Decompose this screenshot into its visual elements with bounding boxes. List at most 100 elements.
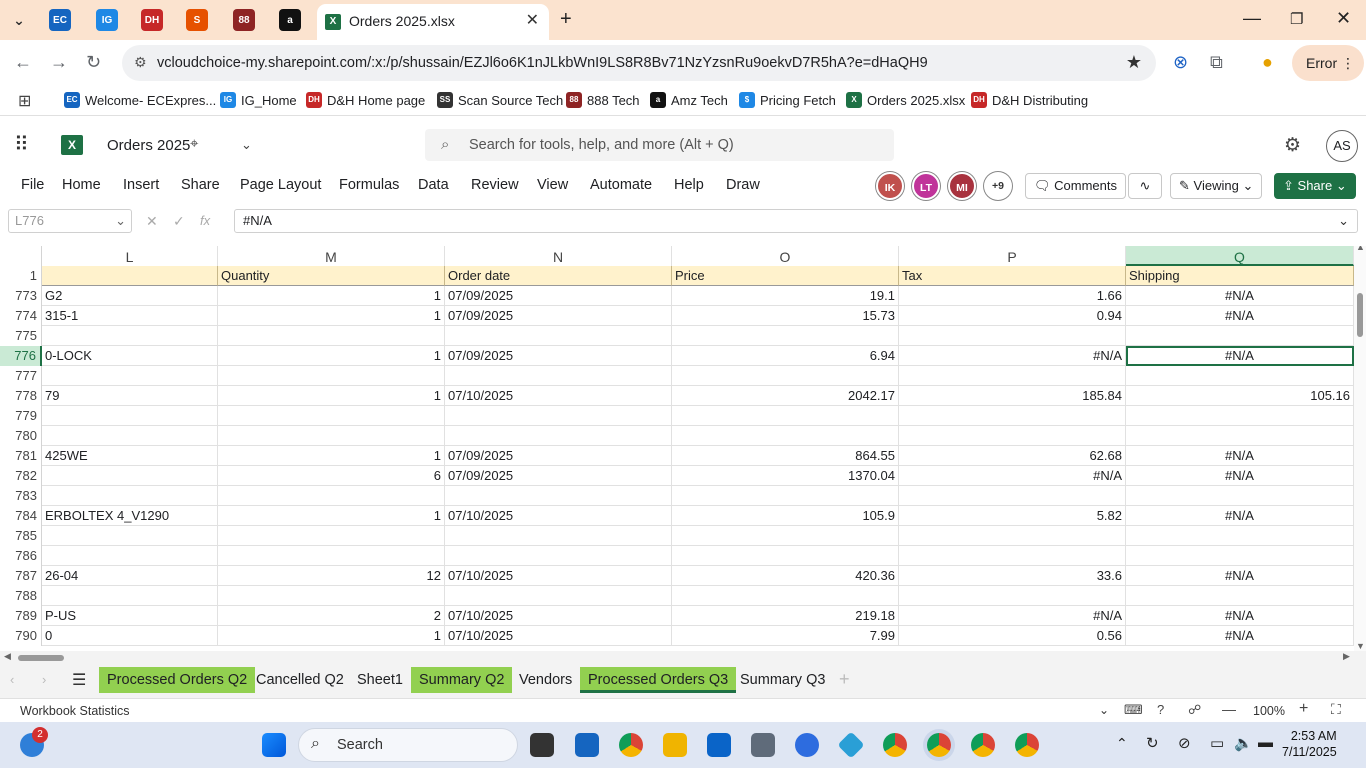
outlook-icon[interactable]	[707, 733, 731, 757]
app-launcher-icon[interactable]: ⠿	[14, 132, 29, 157]
cell-n[interactable]	[445, 486, 672, 506]
tab-ig-icon[interactable]: IG	[96, 9, 118, 31]
spreadsheet-grid[interactable]: LMNOPQ 1 Quantity Order date Price Tax Shippi…	[0, 246, 1366, 651]
tray-sync-icon[interactable]: ↻	[1146, 734, 1159, 752]
row-number[interactable]: 788	[0, 586, 42, 606]
row-number[interactable]: 784	[0, 506, 42, 526]
add-sheet-icon[interactable]: +	[839, 669, 850, 690]
column-header-l[interactable]: L	[42, 246, 218, 266]
cell-n[interactable]	[445, 406, 672, 426]
column-title-cell[interactable]: Tax	[899, 266, 1126, 286]
chrome-icon[interactable]	[619, 733, 643, 757]
cell-l[interactable]: ERBOLTEX 4_V1290	[42, 506, 218, 526]
cell-o[interactable]: 105.9	[672, 506, 899, 526]
cell-l[interactable]: 79	[42, 386, 218, 406]
cell-p[interactable]	[899, 426, 1126, 446]
row-number[interactable]: 778	[0, 386, 42, 406]
cell-m[interactable]: 1	[218, 386, 445, 406]
name-box-chevron-icon[interactable]: ⌄	[115, 210, 126, 232]
title-chevron-down-icon[interactable]: ⌄	[241, 137, 252, 153]
fullscreen-icon[interactable]: ⛶	[1331, 701, 1341, 718]
horizontal-scroll-thumb[interactable]	[18, 655, 64, 661]
cell-l[interactable]	[42, 426, 218, 446]
bookmark-star-icon[interactable]: ★	[1126, 52, 1142, 73]
zoom-out-icon[interactable]: —	[1222, 701, 1236, 717]
feedback-icon[interactable]: ☍	[1188, 702, 1201, 718]
workbook-statistics[interactable]: Workbook Statistics	[20, 704, 130, 718]
cell-p[interactable]	[899, 526, 1126, 546]
taskbar-search[interactable]: ⌕ Search	[298, 728, 518, 762]
cell-o[interactable]: 420.36	[672, 566, 899, 586]
select-all-corner[interactable]	[0, 246, 42, 266]
puzzle-icon[interactable]: ⧉	[1210, 52, 1223, 73]
cell-o[interactable]	[672, 486, 899, 506]
maximize-icon[interactable]: ❐	[1290, 10, 1303, 28]
bookmark-item[interactable]: a Amz Tech	[650, 92, 728, 108]
vertical-scrollbar[interactable]: ▲ ▼	[1354, 246, 1366, 651]
cell-p[interactable]	[899, 486, 1126, 506]
activity-button[interactable]: ∿	[1128, 173, 1162, 199]
row-number[interactable]: 777	[0, 366, 42, 386]
cell-o[interactable]: 1370.04	[672, 466, 899, 486]
cell-m[interactable]	[218, 526, 445, 546]
menu-insert[interactable]: Insert	[123, 177, 159, 193]
cell-n[interactable]	[445, 526, 672, 546]
cell-q[interactable]: #N/A	[1126, 346, 1354, 366]
row-number[interactable]: 790	[0, 626, 42, 646]
cell-n[interactable]: 07/09/2025	[445, 306, 672, 326]
column-title-cell[interactable]	[42, 266, 218, 286]
expand-formula-chevron-icon[interactable]: ⌄	[1338, 210, 1349, 232]
taskbar-clock[interactable]: 2:53 AM 7/11/2025	[1282, 728, 1337, 760]
cell-n[interactable]	[445, 426, 672, 446]
cell-q[interactable]	[1126, 546, 1354, 566]
menu-page-layout[interactable]: Page Layout	[240, 177, 321, 193]
back-icon[interactable]: ←	[14, 52, 32, 73]
forward-icon[interactable]: →	[50, 52, 68, 73]
start-windows-icon[interactable]	[262, 733, 286, 757]
menu-share[interactable]: Share	[181, 177, 220, 193]
cell-m[interactable]	[218, 546, 445, 566]
cell-m[interactable]: 2	[218, 606, 445, 626]
column-header-m[interactable]: M	[218, 246, 445, 266]
cell-q[interactable]: #N/A	[1126, 286, 1354, 306]
collaborator-avatar[interactable]: MI	[948, 172, 976, 200]
cell-l[interactable]	[42, 326, 218, 346]
cell-l[interactable]	[42, 366, 218, 386]
cell-l[interactable]: P-US	[42, 606, 218, 626]
cell-q[interactable]: #N/A	[1126, 566, 1354, 586]
bookmark-item[interactable]: X Orders 2025.xlsx	[846, 92, 965, 108]
sheet-tab[interactable]: Summary Q3	[732, 667, 833, 693]
tab-search-chevron-icon[interactable]: ⌄	[8, 9, 30, 31]
bookmark-item[interactable]: IG IG_Home	[220, 92, 297, 108]
cell-m[interactable]: 1	[218, 506, 445, 526]
cell-q[interactable]: #N/A	[1126, 446, 1354, 466]
viewing-mode-button[interactable]: ✎ Viewing ⌄	[1170, 173, 1263, 199]
cell-q[interactable]	[1126, 326, 1354, 346]
row-number[interactable]: 781	[0, 446, 42, 466]
zoom-in-icon[interactable]: +	[1299, 700, 1308, 718]
column-title-cell[interactable]: Order date	[445, 266, 672, 286]
cell-l[interactable]	[42, 546, 218, 566]
chrome-profile-5-icon[interactable]	[1015, 733, 1039, 757]
collaborator-avatar[interactable]: IK	[876, 172, 904, 200]
cell-p[interactable]	[899, 546, 1126, 566]
help-icon[interactable]: ?	[1157, 702, 1164, 717]
scroll-up-icon[interactable]: ▲	[1356, 246, 1365, 252]
bookmark-item[interactable]: DH D&H Distributing	[971, 92, 1088, 108]
cell-l[interactable]: 315-1	[42, 306, 218, 326]
sheet-tab[interactable]: Summary Q2	[411, 667, 513, 693]
cell-m[interactable]	[218, 426, 445, 446]
menu-file[interactable]: File	[21, 177, 44, 193]
minimize-icon[interactable]: —	[1243, 8, 1261, 29]
name-box[interactable]: L776 ⌄	[8, 209, 132, 233]
cell-q[interactable]: #N/A	[1126, 466, 1354, 486]
sheet-tab[interactable]: Cancelled Q2	[248, 667, 352, 693]
close-tab-icon[interactable]: ✕	[526, 10, 539, 30]
cell-o[interactable]: 7.99	[672, 626, 899, 646]
all-sheets-menu-icon[interactable]: ☰	[72, 670, 86, 690]
cell-o[interactable]	[672, 586, 899, 606]
user-avatar[interactable]: AS	[1326, 130, 1358, 162]
cell-l[interactable]	[42, 466, 218, 486]
column-header-p[interactable]: P	[899, 246, 1126, 266]
row-number[interactable]: 780	[0, 426, 42, 446]
